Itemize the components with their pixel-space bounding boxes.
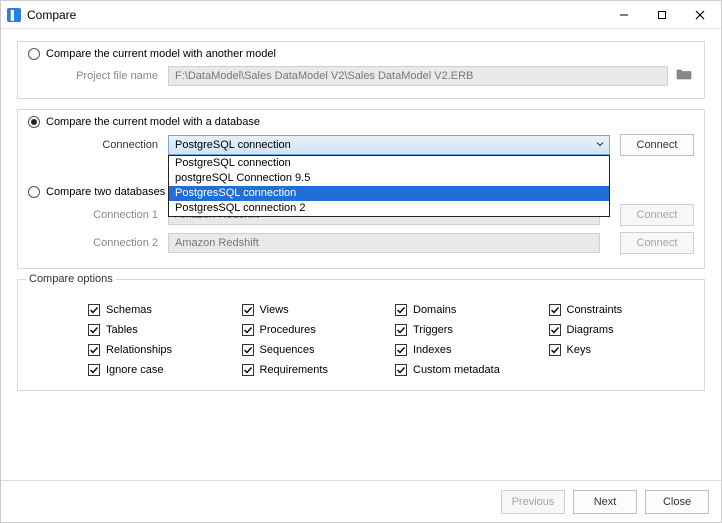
dropdown-item[interactable]: PostgreSQL connection [169, 156, 609, 171]
option-diagrams[interactable]: Diagrams [549, 324, 695, 336]
next-button[interactable]: Next [573, 490, 637, 514]
option-label: Requirements [260, 364, 328, 376]
titlebar: ▌ Compare [1, 1, 721, 29]
dropdown-item[interactable]: PostgresSQL connection 2 [169, 201, 609, 216]
checkbox-icon [395, 364, 407, 376]
option-label: Constraints [567, 304, 623, 316]
browse-folder-icon[interactable] [676, 67, 694, 85]
option-label: Ignore case [106, 364, 163, 376]
option-schemas[interactable]: Schemas [88, 304, 234, 316]
connection-combo-value: PostgreSQL connection [175, 139, 291, 151]
dropdown-item[interactable]: postgreSQL Connection 9.5 [169, 171, 609, 186]
checkbox-icon [395, 324, 407, 336]
option-requirements[interactable]: Requirements [242, 364, 388, 376]
radio-compare-two-databases-label: Compare two databases [46, 186, 165, 198]
option-label: Sequences [260, 344, 315, 356]
option-ignore-case[interactable]: Ignore case [88, 364, 234, 376]
connect-button-1: Connect [620, 204, 694, 226]
radio-compare-database[interactable] [28, 116, 40, 128]
checkbox-icon [242, 364, 254, 376]
dropdown-item[interactable]: PostgresSQL connection [169, 186, 609, 201]
option-keys[interactable]: Keys [549, 344, 695, 356]
option-constraints[interactable]: Constraints [549, 304, 695, 316]
radio-compare-two-databases[interactable] [28, 186, 40, 198]
connection-label: Connection [28, 139, 168, 151]
chevron-down-icon [595, 139, 605, 152]
project-file-field: F:\DataModel\Sales DataModel V2\Sales Da… [168, 66, 668, 86]
option-label: Procedures [260, 324, 316, 336]
option-tables[interactable]: Tables [88, 324, 234, 336]
maximize-button[interactable] [643, 2, 681, 28]
checkbox-icon [395, 344, 407, 356]
checkbox-icon [242, 304, 254, 316]
section-compare-options: Compare options SchemasViewsDomainsConst… [17, 279, 705, 391]
checkbox-icon [242, 344, 254, 356]
close-button[interactable] [681, 2, 719, 28]
previous-button: Previous [501, 490, 565, 514]
checkbox-icon [395, 304, 407, 316]
option-triggers[interactable]: Triggers [395, 324, 541, 336]
option-relationships[interactable]: Relationships [88, 344, 234, 356]
radio-compare-model[interactable] [28, 48, 40, 60]
connection-dropdown-list: PostgreSQL connection postgreSQL Connect… [168, 155, 610, 217]
option-label: Relationships [106, 344, 172, 356]
checkbox-icon [549, 304, 561, 316]
project-file-label: Project file name [28, 70, 168, 82]
option-label: Custom metadata [413, 364, 500, 376]
option-sequences[interactable]: Sequences [242, 344, 388, 356]
option-label: Diagrams [567, 324, 614, 336]
checkbox-icon [88, 344, 100, 356]
compare-options-title: Compare options [26, 273, 116, 285]
option-label: Keys [567, 344, 591, 356]
checkbox-icon [88, 304, 100, 316]
option-domains[interactable]: Domains [395, 304, 541, 316]
connection2-label: Connection 2 [28, 237, 168, 249]
checkbox-icon [549, 324, 561, 336]
app-icon: ▌ [7, 8, 21, 22]
option-label: Tables [106, 324, 138, 336]
radio-compare-model-label: Compare the current model with another m… [46, 48, 276, 60]
option-label: Domains [413, 304, 456, 316]
option-label: Schemas [106, 304, 152, 316]
connect-button-db[interactable]: Connect [620, 134, 694, 156]
window-title: Compare [27, 8, 76, 22]
option-label: Triggers [413, 324, 453, 336]
option-custom-metadata[interactable]: Custom metadata [395, 364, 541, 376]
close-dialog-button[interactable]: Close [645, 490, 709, 514]
checkbox-icon [88, 324, 100, 336]
checkbox-icon [88, 364, 100, 376]
option-procedures[interactable]: Procedures [242, 324, 388, 336]
connection-combo[interactable]: PostgreSQL connection [168, 135, 610, 155]
minimize-button[interactable] [605, 2, 643, 28]
checkbox-icon [549, 344, 561, 356]
checkbox-icon [242, 324, 254, 336]
project-file-value: F:\DataModel\Sales DataModel V2\Sales Da… [175, 70, 473, 82]
footer: Previous Next Close [1, 480, 721, 522]
option-label: Views [260, 304, 289, 316]
connect-button-2: Connect [620, 232, 694, 254]
section-compare-model: Compare the current model with another m… [17, 41, 705, 99]
connection2-field: Amazon Redshift [168, 233, 600, 253]
section-compare-db-group: Compare the current model with a databas… [17, 109, 705, 269]
radio-compare-database-label: Compare the current model with a databas… [46, 116, 260, 128]
connection2-value: Amazon Redshift [175, 237, 259, 249]
option-views[interactable]: Views [242, 304, 388, 316]
connection1-label: Connection 1 [28, 209, 168, 221]
option-indexes[interactable]: Indexes [395, 344, 541, 356]
option-label: Indexes [413, 344, 452, 356]
